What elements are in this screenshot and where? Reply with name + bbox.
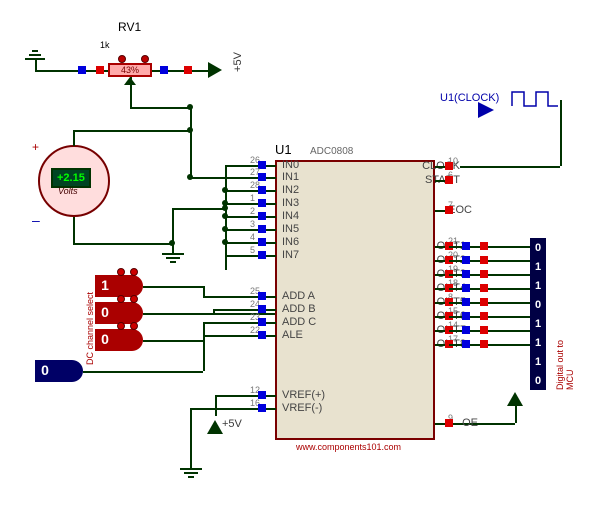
pin-label: IN3: [282, 197, 299, 209]
channel-select-label: DC channel select: [85, 292, 95, 365]
pot-dec-icon[interactable]: [118, 55, 126, 63]
voltmeter-plus: +: [32, 140, 39, 154]
pin-label: IN2: [282, 184, 299, 196]
digital-out-bit: 1: [530, 316, 546, 333]
logic-bit-b: 0: [95, 304, 115, 320]
digital-out-bit: 0: [530, 240, 546, 257]
pin-num: 1: [250, 193, 255, 203]
digital-out-bit: 1: [530, 354, 546, 371]
digital-out-label: Digital out to MCU: [555, 339, 575, 390]
pin-label: IN4: [282, 210, 299, 222]
ic-footer: www.components101.com: [296, 442, 401, 452]
rail-5v-top: +5V: [232, 52, 244, 72]
pot-ref: RV1: [118, 20, 141, 34]
pin-num: 4: [250, 232, 255, 242]
voltmeter-minus: –: [32, 212, 40, 228]
pot-value: 1k: [100, 40, 110, 50]
pin-label: ADD C: [282, 316, 316, 328]
voltmeter-unit: Volts: [58, 186, 78, 196]
clock-probe-icon: [476, 100, 506, 120]
digital-out-bit: 0: [530, 373, 546, 390]
clock-waveform-icon: [510, 88, 560, 112]
pin-label: ADD B: [282, 303, 316, 315]
digital-out-bit: 1: [530, 259, 546, 276]
pin-label: ADD A: [282, 290, 315, 302]
pin-label: IN0: [282, 159, 299, 171]
pin-num: 2: [250, 206, 255, 216]
pin-label: VREF(+): [282, 389, 325, 401]
arrow-up-icon: [207, 420, 223, 434]
pin-num: 3: [250, 219, 255, 229]
pin-label: ALE: [282, 329, 303, 341]
pin-label: IN5: [282, 223, 299, 235]
pin-label: IN7: [282, 249, 299, 261]
pot-inc-icon[interactable]: [141, 55, 149, 63]
logic-bit-c: 0: [95, 331, 115, 347]
pin-num: 5: [250, 245, 255, 255]
logic-bit-ale: 0: [35, 362, 55, 378]
logic-bit-a: 1: [95, 277, 115, 293]
arrow-icon: [208, 62, 222, 78]
voltmeter-reading: +2.15: [51, 168, 91, 188]
digital-out-bit: 1: [530, 278, 546, 295]
rail-5v-mid: +5V: [222, 418, 242, 430]
digital-out-bit: 0: [530, 297, 546, 314]
pin-label: IN6: [282, 236, 299, 248]
ic-ref: U1: [275, 142, 292, 157]
wiper-arrow-icon: [124, 77, 136, 85]
pin-label: VREF(-): [282, 402, 322, 414]
pin-label: IN1: [282, 171, 299, 183]
ic-part: ADC0808: [310, 146, 353, 157]
digital-out-bit: 1: [530, 335, 546, 352]
arrow-up-icon: [507, 392, 523, 406]
